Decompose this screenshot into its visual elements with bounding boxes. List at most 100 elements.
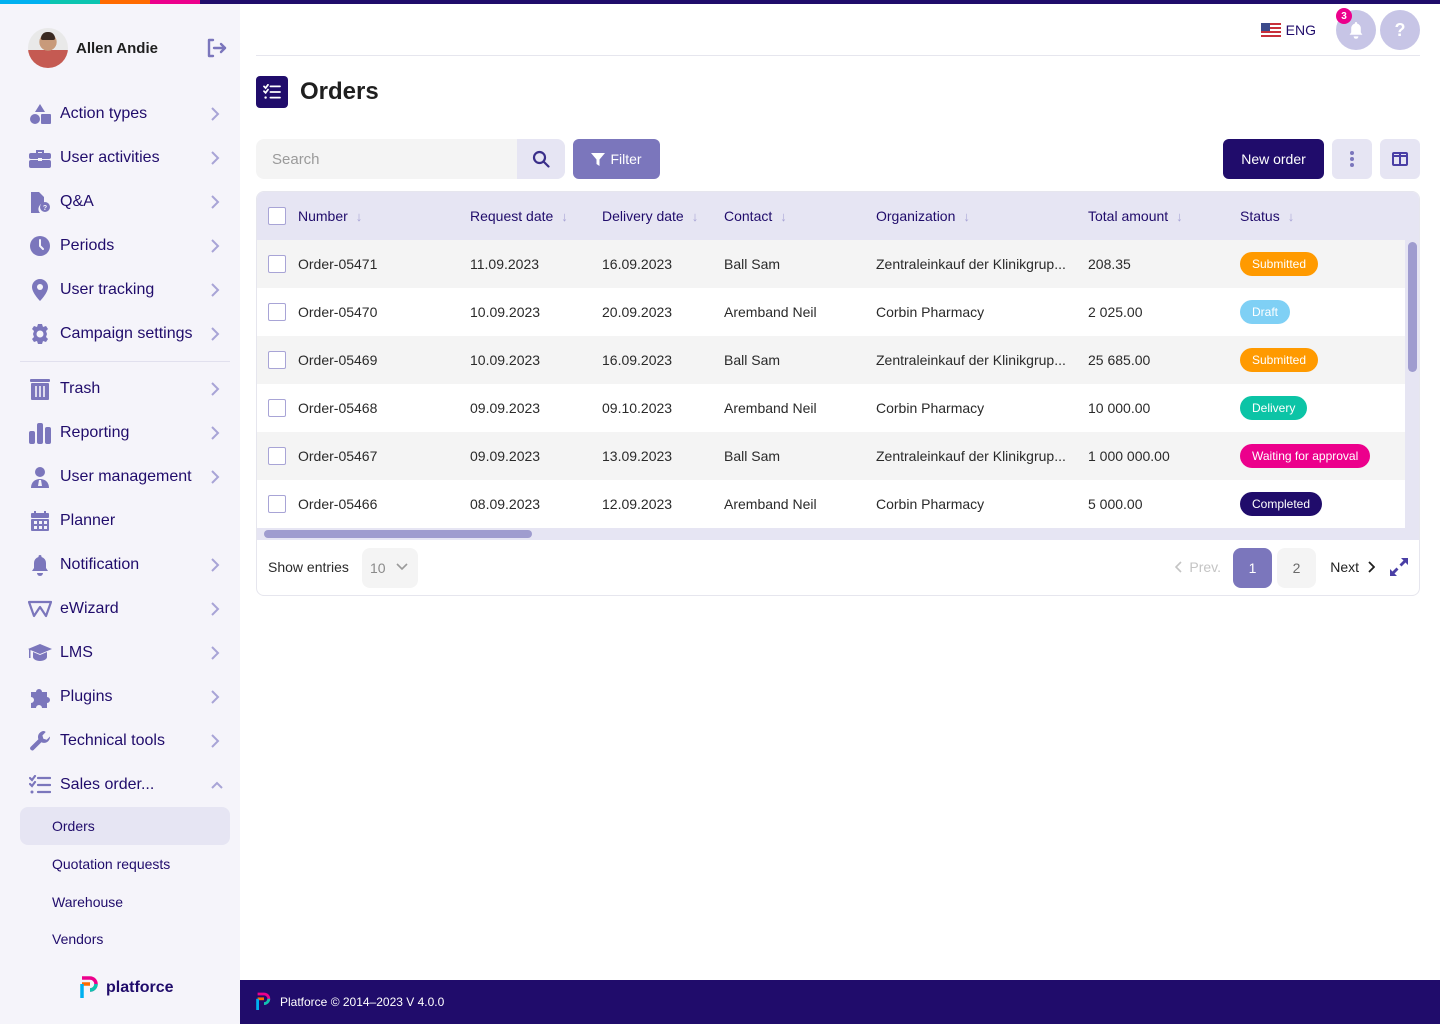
sidebar-item-label: Notification <box>60 556 140 573</box>
cell-total-amount: 208.35 <box>1088 256 1131 272</box>
user-tie-icon <box>28 465 52 489</box>
sidebar-item-user-management[interactable]: User management <box>20 455 230 499</box>
sidebar-item-label: Reporting <box>60 424 130 441</box>
sidebar-item-campaign-settings[interactable]: Campaign settings <box>20 312 230 356</box>
entries-per-page-select[interactable]: 10 <box>362 548 418 588</box>
row-checkbox[interactable] <box>268 447 286 465</box>
column-header-request-date[interactable]: Request date ↓ <box>470 192 568 240</box>
sidebar-subitem-vendors[interactable]: Vendors <box>20 921 230 947</box>
filter-label: Filter <box>610 151 642 167</box>
sidebar-item-label: Action types <box>60 105 148 122</box>
cell-request-date: 10.09.2023 <box>470 352 541 368</box>
cell-request-date: 09.09.2023 <box>470 400 541 416</box>
sidebar-item-lms[interactable]: LMS <box>20 631 230 675</box>
sidebar-item-planner[interactable]: Planner <box>20 499 230 543</box>
bell-icon <box>28 553 52 577</box>
chevron-left-icon <box>1175 561 1182 573</box>
sidebar-item-reporting[interactable]: Reporting <box>20 411 230 455</box>
logout-icon[interactable] <box>204 36 228 60</box>
prev-label: Prev. <box>1189 559 1221 575</box>
table-body: Order-05471 11.09.2023 16.09.2023 Ball S… <box>257 240 1407 528</box>
help-button[interactable]: ? <box>1380 10 1420 50</box>
column-header-contact[interactable]: Contact ↓ <box>724 192 787 240</box>
sidebar-item-action-types[interactable]: Action types <box>20 92 230 136</box>
row-checkbox[interactable] <box>268 255 286 273</box>
main-content: ENG 3 ? Orders Filter New order <box>256 4 1420 596</box>
sidebar-item-trash[interactable]: Trash <box>20 367 230 411</box>
ewizard-icon <box>28 597 52 621</box>
sidebar-item-ewizard[interactable]: eWizard <box>20 587 230 631</box>
page-button-1[interactable]: 1 <box>1233 548 1272 588</box>
row-checkbox[interactable] <box>268 351 286 369</box>
cell-delivery-date: 12.09.2023 <box>602 496 673 512</box>
horizontal-scrollbar-thumb[interactable] <box>264 530 532 538</box>
sidebar-item-label: Trash <box>60 380 101 397</box>
column-header-status[interactable]: Status ↓ <box>1240 192 1294 240</box>
notifications-button[interactable]: 3 <box>1336 8 1376 50</box>
trash-icon <box>28 377 52 401</box>
language-selector[interactable]: ENG <box>1260 22 1316 38</box>
table-row[interactable]: Order-05471 11.09.2023 16.09.2023 Ball S… <box>257 240 1407 288</box>
sidebar-subitem-orders[interactable]: Orders <box>20 807 230 845</box>
avatar[interactable] <box>28 28 68 68</box>
cell-number: Order-05467 <box>298 448 378 464</box>
new-order-button[interactable]: New order <box>1223 139 1324 179</box>
table-row[interactable]: Order-05470 10.09.2023 20.09.2023 Aremba… <box>257 288 1407 336</box>
sidebar-item-qa[interactable]: ? Q&A <box>20 180 230 224</box>
sidebar-item-notification[interactable]: Notification <box>20 543 230 587</box>
row-checkbox[interactable] <box>268 399 286 417</box>
graduation-cap-icon <box>28 641 52 665</box>
sidebar-subitem-quotation-requests[interactable]: Quotation requests <box>20 845 230 883</box>
cell-delivery-date: 16.09.2023 <box>602 352 673 368</box>
file-question-icon: ? <box>28 190 52 214</box>
search-button[interactable] <box>517 139 565 179</box>
sidebar-item-periods[interactable]: Periods <box>20 224 230 268</box>
table-row[interactable]: Order-05468 09.09.2023 09.10.2023 Aremba… <box>257 384 1407 432</box>
select-all-checkbox[interactable] <box>268 207 286 225</box>
table-row[interactable]: Order-05467 09.09.2023 13.09.2023 Ball S… <box>257 432 1407 480</box>
sidebar-item-user-tracking[interactable]: User tracking <box>20 268 230 312</box>
table-row[interactable]: Order-05469 10.09.2023 16.09.2023 Ball S… <box>257 336 1407 384</box>
platforce-logo: platforce <box>80 976 174 1000</box>
expand-icon[interactable] <box>1389 557 1409 582</box>
next-page-button[interactable]: Next <box>1330 559 1375 575</box>
horizontal-scrollbar[interactable] <box>257 528 1419 540</box>
search-input[interactable] <box>256 139 517 179</box>
column-header-total-amount[interactable]: Total amount ↓ <box>1088 192 1183 240</box>
filter-button[interactable]: Filter <box>573 139 660 179</box>
column-header-delivery-date[interactable]: Delivery date ↓ <box>602 192 698 240</box>
help-icon: ? <box>1394 19 1406 40</box>
row-checkbox[interactable] <box>268 495 286 513</box>
columns-button[interactable] <box>1380 139 1420 179</box>
sidebar-item-label: User tracking <box>60 281 155 298</box>
page-button-2[interactable]: 2 <box>1277 548 1316 588</box>
sidebar-subitem-warehouse[interactable]: Warehouse <box>20 883 230 921</box>
table-row[interactable]: Order-05466 08.09.2023 12.09.2023 Aremba… <box>257 480 1407 528</box>
vertical-scrollbar-thumb[interactable] <box>1408 242 1417 372</box>
sidebar-item-label: Campaign settings <box>60 325 193 342</box>
us-flag-icon <box>1260 23 1281 37</box>
status-badge: Waiting for approval <box>1240 444 1371 468</box>
cell-delivery-date: 09.10.2023 <box>602 400 673 416</box>
vertical-scrollbar[interactable] <box>1405 240 1419 528</box>
sidebar-item-plugins[interactable]: Plugins <box>20 675 230 719</box>
cell-organization: Zentraleinkauf der Klinikgrup... <box>876 448 1066 464</box>
column-header-organization[interactable]: Organization ↓ <box>876 192 970 240</box>
chevron-right-icon <box>210 645 222 661</box>
page-title: Orders <box>300 78 379 105</box>
cell-contact: Aremband Neil <box>724 400 817 416</box>
prev-page-button[interactable]: Prev. <box>1175 559 1221 575</box>
bell-icon <box>1349 22 1363 39</box>
more-options-button[interactable] <box>1332 139 1372 179</box>
sidebar-item-user-activities[interactable]: User activities <box>20 136 230 180</box>
sort-icon: ↓ <box>1176 208 1183 224</box>
cell-delivery-date: 16.09.2023 <box>602 256 673 272</box>
column-header-number[interactable]: Number ↓ <box>298 192 362 240</box>
sort-icon: ↓ <box>780 208 787 224</box>
sidebar-item-sales-orders[interactable]: Sales order... <box>20 763 230 807</box>
row-checkbox[interactable] <box>268 303 286 321</box>
platforce-logo-icon <box>80 976 98 998</box>
cell-total-amount: 10 000.00 <box>1088 400 1151 416</box>
sidebar-item-label: User activities <box>60 149 160 166</box>
sidebar-item-technical-tools[interactable]: Technical tools <box>20 719 230 763</box>
